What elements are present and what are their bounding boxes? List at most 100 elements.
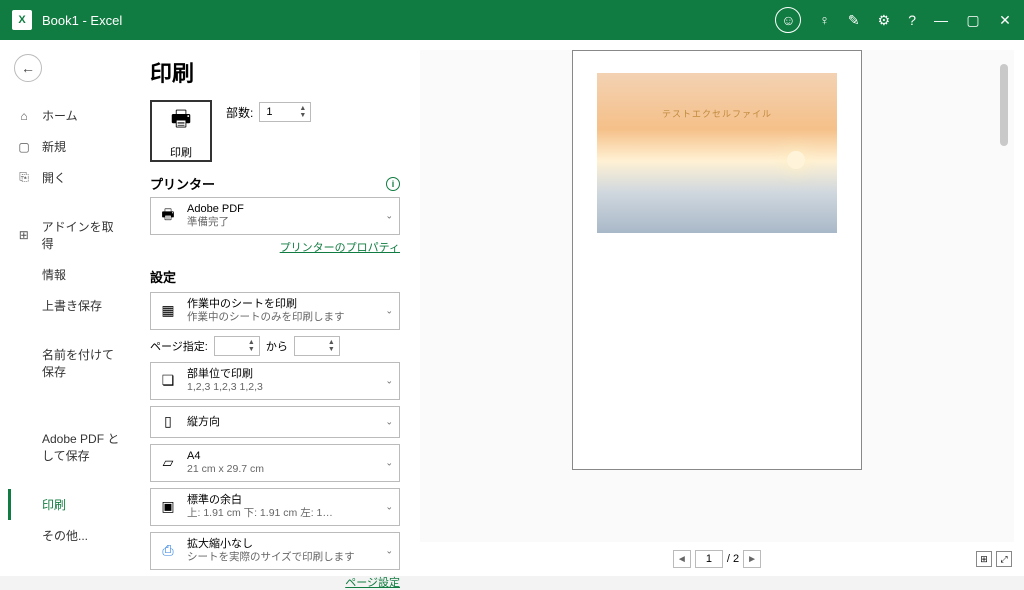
print-scope-select[interactable]: ▦ 作業中のシートを印刷 作業中のシートのみを印刷します ⌄ xyxy=(150,292,400,330)
paper-select[interactable]: ▱ A4 21 cm x 29.7 cm ⌄ xyxy=(150,444,400,482)
chevron-down-icon: ⌄ xyxy=(385,416,393,427)
chevron-down-icon: ⌄ xyxy=(385,545,393,556)
collate-sub: 1,2,3 1,2,3 1,2,3 xyxy=(187,381,393,395)
sidebar-label: 上書き保存 xyxy=(42,297,102,314)
chevron-down-icon: ⌄ xyxy=(385,210,393,221)
collate-icon: ❏ xyxy=(157,370,179,392)
chevron-down-icon: ⌄ xyxy=(385,375,393,386)
preview-image: テストエクセルファイル xyxy=(597,73,837,233)
sidebar-item-new[interactable]: ▢ 新規 xyxy=(8,131,132,162)
portrait-icon: ▯ xyxy=(157,411,179,433)
share-icon[interactable]: ✎ xyxy=(848,12,860,29)
margins-select[interactable]: ▣ 標準の余白 上: 1.91 cm 下: 1.91 cm 左: 1… ⌄ xyxy=(150,488,400,526)
scaling-title: 拡大縮小なし xyxy=(187,537,393,551)
sidebar-item-addins[interactable]: ⊞ アドインを取得 xyxy=(8,211,132,259)
margins-sub: 上: 1.91 cm 下: 1.91 cm 左: 1… xyxy=(187,507,393,521)
current-page-input[interactable]: 1 xyxy=(695,550,723,568)
page-title: 印刷 xyxy=(150,56,400,88)
printer-ready-icon: 🖶 xyxy=(157,205,179,227)
zoom-to-page-button[interactable]: ⤢ xyxy=(996,551,1012,567)
printer-info-icon[interactable]: i xyxy=(386,177,400,191)
sidebar-item-other[interactable]: その他... xyxy=(8,520,132,551)
chevron-down-icon: ⌄ xyxy=(385,457,393,468)
collate-title: 部単位で印刷 xyxy=(187,367,393,381)
preview-scrollbar[interactable] xyxy=(1000,64,1008,146)
new-icon: ▢ xyxy=(16,139,32,155)
sidebar-label: その他... xyxy=(42,527,88,544)
sidebar-label: アドインを取得 xyxy=(42,218,124,252)
scaling-icon: ⎙ xyxy=(157,540,179,562)
print-button-label: 印刷 xyxy=(170,144,192,160)
margins-icon: ▣ xyxy=(157,496,179,518)
sidebar-item-open[interactable]: ⎘ 開く xyxy=(8,162,132,193)
show-margins-button[interactable]: ⊞ xyxy=(976,551,992,567)
preview-footer: ◄ 1 / 2 ► ⊞ ⤢ xyxy=(410,542,1024,576)
copies-value: 1 xyxy=(266,106,272,118)
back-button[interactable]: ← xyxy=(14,54,42,82)
orientation-title: 縦方向 xyxy=(187,415,393,429)
page-from-input[interactable]: ▲▼ xyxy=(214,336,260,356)
sidebar-label: 名前を付けて保存 xyxy=(42,346,124,380)
account-icon[interactable]: ☺ xyxy=(775,7,801,33)
sidebar-item-saveas-pdf[interactable]: Adobe PDF として保存 xyxy=(8,423,132,471)
sidebar-item-saveas[interactable]: 名前を付けて保存 xyxy=(8,339,132,387)
printer-name: Adobe PDF xyxy=(187,202,393,216)
paper-title: A4 xyxy=(187,449,393,463)
printer-heading: プリンター xyxy=(150,174,215,193)
page-to-input[interactable]: ▲▼ xyxy=(294,336,340,356)
sheet-grid-icon: ▦ xyxy=(157,300,179,322)
print-settings-panel: 印刷 🖶 印刷 部数: 1 ▲▼ プリンター i � xyxy=(140,40,410,576)
scope-sub: 作業中のシートのみを印刷します xyxy=(187,311,393,325)
settings-megaphone-icon[interactable]: ⚙ xyxy=(878,12,891,29)
paper-sub: 21 cm x 29.7 cm xyxy=(187,463,393,477)
sidebar-label: Adobe PDF として保存 xyxy=(42,430,124,464)
lightbulb-icon[interactable]: ♀ xyxy=(819,12,830,28)
sidebar-label: 印刷 xyxy=(42,496,66,513)
addins-icon: ⊞ xyxy=(16,227,32,243)
sidebar-item-info[interactable]: 情報 xyxy=(8,259,132,290)
next-page-button[interactable]: ► xyxy=(743,550,761,568)
prev-page-button[interactable]: ◄ xyxy=(673,550,691,568)
home-icon: ⌂ xyxy=(16,108,32,124)
content-area: 印刷 🖶 印刷 部数: 1 ▲▼ プリンター i � xyxy=(140,40,1024,576)
maximize-button[interactable]: ▢ xyxy=(966,12,980,29)
page-range-to: から xyxy=(266,338,288,354)
page-total: / 2 xyxy=(727,553,739,565)
printer-select[interactable]: 🖶 Adobe PDF 準備完了 ⌄ xyxy=(150,197,400,235)
sidebar-label: 開く xyxy=(42,169,66,186)
sidebar-item-print[interactable]: 印刷 xyxy=(8,489,132,520)
close-button[interactable]: ✕ xyxy=(998,12,1012,29)
backstage-sidebar: ← ⌂ ホーム ▢ 新規 ⎘ 開く ⊞ アドインを取得 情報 上書き保存 名前を… xyxy=(0,40,140,576)
settings-heading: 設定 xyxy=(150,267,176,286)
sidebar-label: 情報 xyxy=(42,266,66,283)
titlebar: X Book1 - Excel ☺ ♀ ✎ ⚙ ? ― ▢ ✕ xyxy=(0,0,1024,40)
window-title: Book1 - Excel xyxy=(42,13,775,28)
margins-title: 標準の余白 xyxy=(187,493,393,507)
printer-properties-link[interactable]: プリンターのプロパティ xyxy=(150,239,400,255)
printer-status: 準備完了 xyxy=(187,216,393,230)
copies-label: 部数: xyxy=(226,104,253,121)
page-range-label: ページ指定: xyxy=(150,338,208,354)
chevron-down-icon: ⌄ xyxy=(385,501,393,512)
print-preview-area: テストエクセルファイル ◄ 1 / 2 ► ⊞ ⤢ xyxy=(410,40,1024,576)
sidebar-item-save[interactable]: 上書き保存 xyxy=(8,290,132,321)
preview-canvas[interactable]: テストエクセルファイル xyxy=(420,50,1014,542)
page-setup-link[interactable]: ページ設定 xyxy=(150,574,400,590)
scaling-sub: シートを実際のサイズで印刷します xyxy=(187,551,393,565)
paper-icon: ▱ xyxy=(157,452,179,474)
sidebar-item-home[interactable]: ⌂ ホーム xyxy=(8,100,132,131)
sidebar-label: ホーム xyxy=(42,107,78,124)
scaling-select[interactable]: ⎙ 拡大縮小なし シートを実際のサイズで印刷します ⌄ xyxy=(150,532,400,570)
print-button[interactable]: 🖶 印刷 xyxy=(150,100,212,162)
collate-select[interactable]: ❏ 部単位で印刷 1,2,3 1,2,3 1,2,3 ⌄ xyxy=(150,362,400,400)
minimize-button[interactable]: ― xyxy=(934,12,948,28)
copies-stepper[interactable]: 1 ▲▼ xyxy=(259,102,311,122)
orientation-select[interactable]: ▯ 縦方向 ⌄ xyxy=(150,406,400,438)
stepper-arrows-icon[interactable]: ▲▼ xyxy=(299,105,306,119)
help-icon[interactable]: ? xyxy=(908,12,916,28)
excel-app-icon: X xyxy=(12,10,32,30)
sun-graphic xyxy=(787,151,805,169)
preview-page: テストエクセルファイル xyxy=(572,50,862,470)
scope-title: 作業中のシートを印刷 xyxy=(187,297,393,311)
chevron-down-icon: ⌄ xyxy=(385,305,393,316)
